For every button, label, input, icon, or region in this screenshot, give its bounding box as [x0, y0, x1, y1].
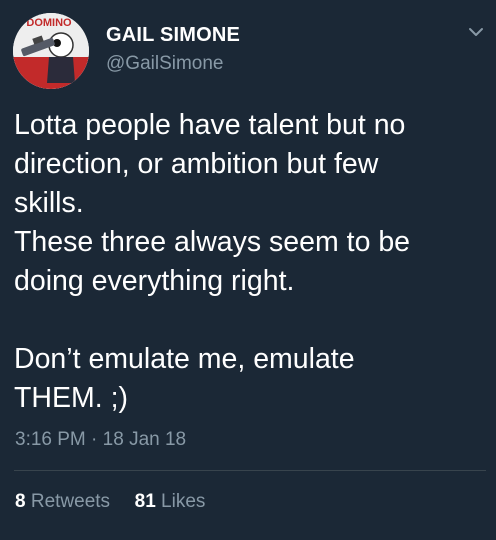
tweet-line: These three always seem to be — [14, 226, 411, 258]
tweet-timestamp[interactable]: 3:16 PM · 18 Jan 18 — [15, 429, 186, 451]
likes-label: Likes — [161, 491, 206, 512]
retweets-count: 8 — [15, 491, 26, 512]
tweet-line: Lotta people have talent but no — [14, 109, 406, 141]
tweet-text: Lotta people have talent but no directio… — [14, 106, 484, 418]
avatar-logo-text: DOMINO — [26, 17, 72, 29]
avatar[interactable]: DOMINO — [13, 13, 89, 89]
tweet-line: doing everything right. — [14, 265, 295, 297]
likes-stat[interactable]: 81 Likes — [135, 491, 206, 512]
retweets-label: Retweets — [30, 491, 111, 512]
author-handle[interactable]: @GailSimone — [106, 53, 224, 75]
tweet-line: Don’t emulate me, emulate — [14, 343, 355, 375]
divider — [14, 470, 486, 471]
tweet-date: 18 Jan 18 — [102, 429, 187, 450]
avatar-image: DOMINO — [13, 13, 89, 89]
tweet-line: THEM. ;) — [14, 382, 128, 414]
timestamp-separator: · — [91, 429, 98, 450]
tweet-stats: 8 Retweets 81 Likes — [15, 491, 205, 513]
tweet-line: direction, or ambition but few — [14, 148, 379, 180]
chevron-down-icon[interactable] — [466, 22, 486, 42]
likes-count: 81 — [134, 491, 156, 512]
author-name[interactable]: GAIL SIMONE — [106, 24, 240, 47]
retweets-stat[interactable]: 8 Retweets — [15, 491, 115, 512]
tweet-time: 3:16 PM — [15, 429, 86, 450]
tweet-line: skills. — [14, 187, 84, 219]
